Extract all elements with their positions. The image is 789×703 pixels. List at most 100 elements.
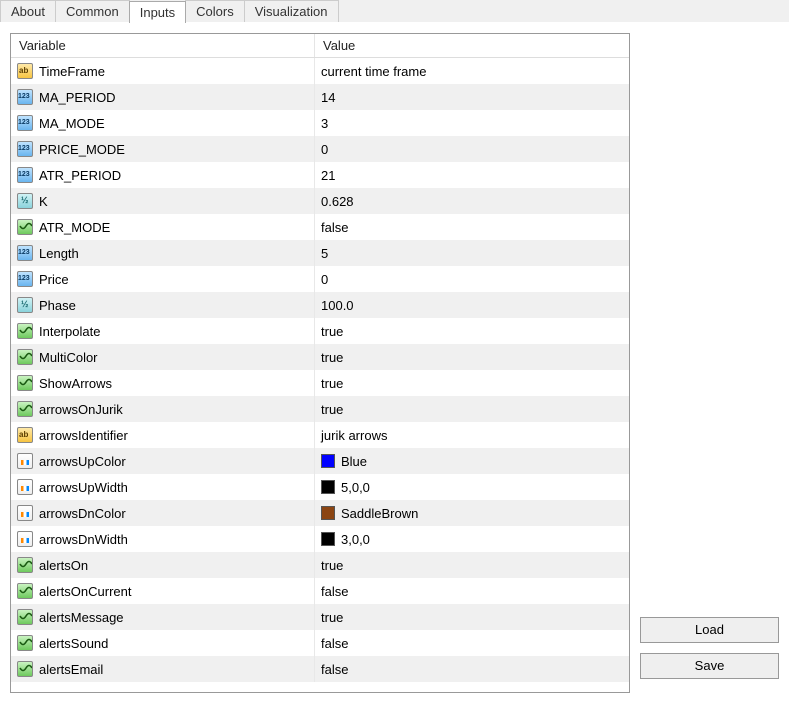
- value-text: 0.628: [321, 194, 354, 209]
- value-cell[interactable]: true: [315, 344, 629, 370]
- table-row[interactable]: ShowArrows true: [11, 370, 629, 396]
- value-text: true: [321, 324, 343, 339]
- table-row[interactable]: MA_MODE 3: [11, 110, 629, 136]
- variable-name: arrowsOnJurik: [39, 402, 123, 417]
- table-row[interactable]: ATR_MODE false: [11, 214, 629, 240]
- dialog-body: Variable Value TimeFramecurrent time fra…: [0, 23, 789, 703]
- value-cell[interactable]: 5: [315, 240, 629, 266]
- variable-name: alertsMessage: [39, 610, 124, 625]
- value-cell[interactable]: true: [315, 370, 629, 396]
- tab-common[interactable]: Common: [55, 0, 130, 22]
- value-cell[interactable]: true: [315, 318, 629, 344]
- table-row[interactable]: MA_PERIOD 14: [11, 84, 629, 110]
- header-value[interactable]: Value: [315, 34, 629, 57]
- bool-type-icon: [17, 609, 33, 625]
- save-button[interactable]: Save: [640, 653, 779, 679]
- tab-about[interactable]: About: [0, 0, 56, 22]
- variable-name: arrowsIdentifier: [39, 428, 128, 443]
- value-cell[interactable]: 0: [315, 266, 629, 292]
- variable-cell: Phase: [11, 292, 315, 318]
- bool-type-icon: [17, 349, 33, 365]
- table-row[interactable]: alertsSoundfalse: [11, 630, 629, 656]
- value-cell[interactable]: 21: [315, 162, 629, 188]
- bool-type-icon: [17, 557, 33, 573]
- value-text: jurik arrows: [321, 428, 387, 443]
- variable-name: arrowsUpColor: [39, 454, 126, 469]
- variable-name: K: [39, 194, 48, 209]
- value-text: 5,0,0: [341, 480, 370, 495]
- variable-cell: alertsMessage: [11, 604, 315, 630]
- value-text: 14: [321, 90, 335, 105]
- table-row[interactable]: TimeFramecurrent time frame: [11, 58, 629, 84]
- value-text: true: [321, 402, 343, 417]
- tab-visualization[interactable]: Visualization: [244, 0, 339, 22]
- value-cell[interactable]: 14: [315, 84, 629, 110]
- value-text: true: [321, 610, 343, 625]
- table-header-row: Variable Value: [11, 34, 629, 58]
- value-cell[interactable]: Blue: [315, 448, 629, 474]
- value-cell[interactable]: 0: [315, 136, 629, 162]
- value-cell[interactable]: true: [315, 604, 629, 630]
- value-text: false: [321, 584, 348, 599]
- value-cell[interactable]: false: [315, 630, 629, 656]
- frac-type-icon: [17, 297, 33, 313]
- variable-name: alertsOnCurrent: [39, 584, 131, 599]
- value-cell[interactable]: SaddleBrown: [315, 500, 629, 526]
- int-type-icon: [17, 271, 33, 287]
- table-row[interactable]: ATR_PERIOD21: [11, 162, 629, 188]
- variable-cell: ShowArrows: [11, 370, 315, 396]
- int-type-icon: [17, 167, 33, 183]
- variable-name: PRICE_MODE: [39, 142, 125, 157]
- table-row[interactable]: MultiColortrue: [11, 344, 629, 370]
- int-type-icon: [17, 115, 33, 131]
- variable-name: ATR_MODE: [39, 220, 110, 235]
- variable-cell: MA_MODE: [11, 110, 315, 136]
- table-row[interactable]: alertsMessage true: [11, 604, 629, 630]
- tab-inputs[interactable]: Inputs: [129, 1, 186, 23]
- table-row[interactable]: alertsEmail false: [11, 656, 629, 682]
- value-cell[interactable]: 3: [315, 110, 629, 136]
- table-row[interactable]: arrowsOnJurik true: [11, 396, 629, 422]
- bool-type-icon: [17, 635, 33, 651]
- value-text: 5: [321, 246, 328, 261]
- table-row[interactable]: Price0: [11, 266, 629, 292]
- value-text: true: [321, 558, 343, 573]
- tab-colors[interactable]: Colors: [185, 0, 245, 22]
- value-cell[interactable]: true: [315, 552, 629, 578]
- value-cell[interactable]: true: [315, 396, 629, 422]
- variable-name: ShowArrows: [39, 376, 112, 391]
- value-cell[interactable]: false: [315, 656, 629, 682]
- value-cell[interactable]: 5,0,0: [315, 474, 629, 500]
- variable-cell: MultiColor: [11, 344, 315, 370]
- table-row[interactable]: PRICE_MODE 0: [11, 136, 629, 162]
- table-row[interactable]: K 0.628: [11, 188, 629, 214]
- table-row[interactable]: alertsOntrue: [11, 552, 629, 578]
- table-row[interactable]: arrowsDnWidth3,0,0: [11, 526, 629, 552]
- table-row[interactable]: arrowsUpColor Blue: [11, 448, 629, 474]
- header-variable[interactable]: Variable: [11, 34, 315, 57]
- value-cell[interactable]: false: [315, 214, 629, 240]
- load-button[interactable]: Load: [640, 617, 779, 643]
- table-row[interactable]: Interpolatetrue: [11, 318, 629, 344]
- variable-cell: arrowsUpColor: [11, 448, 315, 474]
- table-row[interactable]: Length5: [11, 240, 629, 266]
- value-text: false: [321, 220, 348, 235]
- table-row[interactable]: arrowsIdentifier jurik arrows: [11, 422, 629, 448]
- value-text: 3: [321, 116, 328, 131]
- variable-cell: TimeFrame: [11, 58, 315, 84]
- table-row[interactable]: Phase100.0: [11, 292, 629, 318]
- variable-name: MA_PERIOD: [39, 90, 116, 105]
- value-cell[interactable]: 100.0: [315, 292, 629, 318]
- value-text: false: [321, 636, 348, 651]
- value-cell[interactable]: false: [315, 578, 629, 604]
- value-cell[interactable]: 3,0,0: [315, 526, 629, 552]
- bool-type-icon: [17, 323, 33, 339]
- value-cell[interactable]: 0.628: [315, 188, 629, 214]
- value-cell[interactable]: current time frame: [315, 58, 629, 84]
- value-cell[interactable]: jurik arrows: [315, 422, 629, 448]
- value-text: 0: [321, 272, 328, 287]
- variable-name: alertsEmail: [39, 662, 103, 677]
- table-row[interactable]: arrowsDnColorSaddleBrown: [11, 500, 629, 526]
- table-row[interactable]: alertsOnCurrent false: [11, 578, 629, 604]
- table-row[interactable]: arrowsUpWidth5,0,0: [11, 474, 629, 500]
